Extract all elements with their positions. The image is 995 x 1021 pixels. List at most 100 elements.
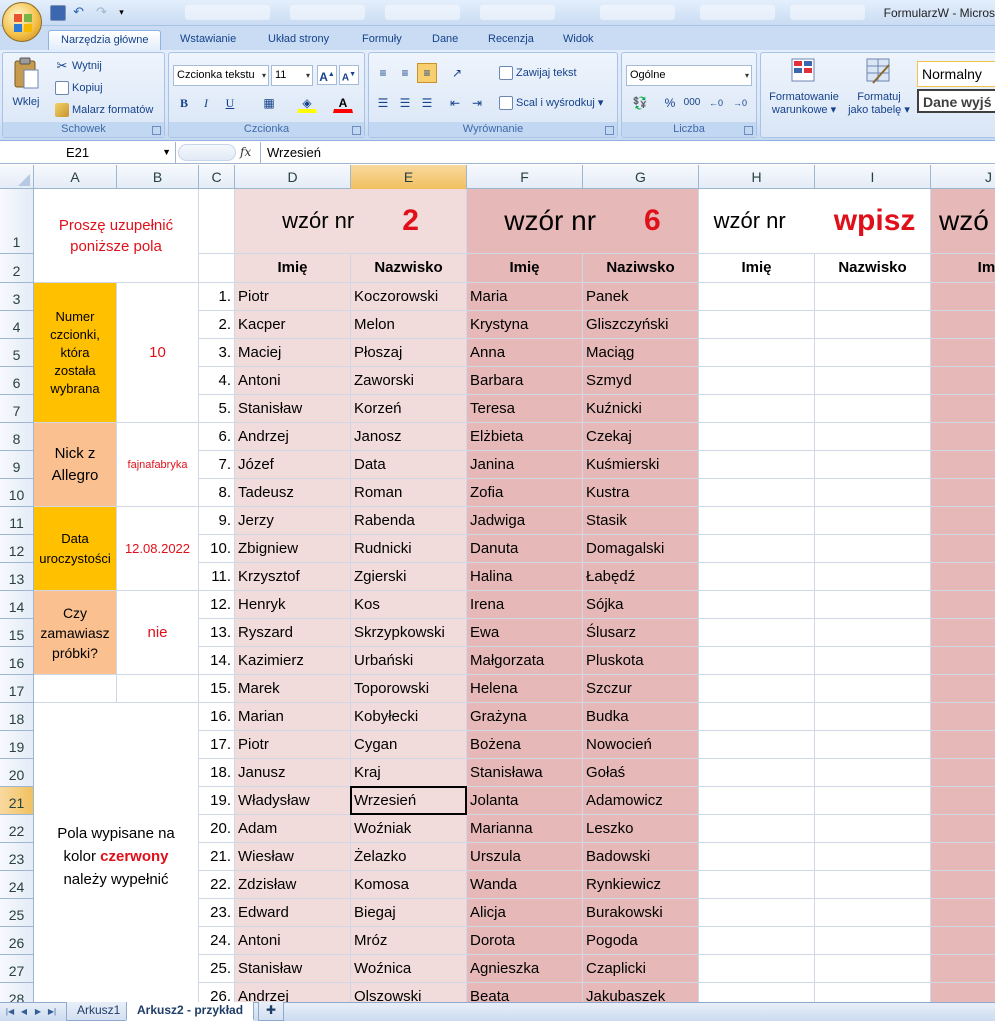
tab-data[interactable]: Dane bbox=[420, 30, 470, 50]
guest-last-name[interactable]: Kos bbox=[351, 591, 467, 619]
empty-cell[interactable] bbox=[815, 423, 931, 451]
empty-cell[interactable] bbox=[699, 647, 815, 675]
guest-last-name[interactable]: Urbański bbox=[351, 647, 467, 675]
grow-font-icon[interactable]: A▲ bbox=[317, 65, 337, 85]
paste-button[interactable]: Wklej bbox=[9, 57, 43, 119]
row-header-1[interactable]: 1 bbox=[0, 189, 34, 254]
row-header-10[interactable]: 10 bbox=[0, 479, 34, 507]
empty-cell[interactable] bbox=[699, 731, 815, 759]
row-index-cell[interactable]: 24. bbox=[199, 927, 235, 955]
increase-indent-icon[interactable]: ⇥ bbox=[467, 93, 487, 113]
guest-first-name[interactable]: Maria bbox=[467, 283, 583, 311]
format-painter-button[interactable]: Malarz formatów bbox=[55, 103, 153, 117]
empty-cell[interactable] bbox=[699, 787, 815, 815]
guest-first-name[interactable]: Wanda bbox=[467, 871, 583, 899]
row-index-cell[interactable]: 26. bbox=[199, 983, 235, 1002]
row-header-2[interactable]: 2 bbox=[0, 254, 34, 283]
currency-icon[interactable]: 💱 bbox=[626, 93, 654, 113]
guest-first-name[interactable]: Edward bbox=[235, 899, 351, 927]
empty-cell[interactable] bbox=[931, 423, 995, 451]
wrap-text-button[interactable]: Zawijaj tekst bbox=[499, 66, 577, 80]
guest-last-name[interactable]: Domagalski bbox=[583, 535, 699, 563]
samples-label[interactable]: Czy zamawiasz próbki? bbox=[34, 591, 117, 675]
cell-c2[interactable] bbox=[199, 254, 235, 283]
guest-last-name[interactable]: Skrzypkowski bbox=[351, 619, 467, 647]
guest-first-name[interactable]: Stanisław bbox=[235, 955, 351, 983]
row-index-cell[interactable]: 3. bbox=[199, 339, 235, 367]
empty-cell[interactable] bbox=[931, 647, 995, 675]
empty-cell[interactable] bbox=[931, 311, 995, 339]
row-index-cell[interactable]: 10. bbox=[199, 535, 235, 563]
empty-cell[interactable] bbox=[699, 871, 815, 899]
empty-cell[interactable] bbox=[931, 731, 995, 759]
empty-cell[interactable] bbox=[815, 283, 931, 311]
orientation-icon[interactable]: ↗ bbox=[447, 63, 467, 83]
guest-last-name[interactable]: Korzeń bbox=[351, 395, 467, 423]
office-button[interactable] bbox=[2, 2, 42, 42]
empty-cell[interactable] bbox=[699, 983, 815, 1002]
empty-cell[interactable] bbox=[931, 619, 995, 647]
table-header-cell[interactable]: Imi bbox=[931, 254, 995, 283]
guest-last-name[interactable]: Zgierski bbox=[351, 563, 467, 591]
guest-last-name[interactable]: Burakowski bbox=[583, 899, 699, 927]
empty-cell[interactable] bbox=[815, 983, 931, 1002]
guest-last-name[interactable]: Komosa bbox=[351, 871, 467, 899]
guest-last-name[interactable]: Maciąg bbox=[583, 339, 699, 367]
empty-cell[interactable] bbox=[815, 815, 931, 843]
instruction-cell[interactable]: Proszę uzupełnić poniższe pola bbox=[34, 189, 199, 283]
guest-first-name[interactable]: Wiesław bbox=[235, 843, 351, 871]
guest-last-name[interactable]: Olszowski bbox=[351, 983, 467, 1002]
guest-last-name[interactable]: Kustra bbox=[583, 479, 699, 507]
empty-cell[interactable] bbox=[699, 703, 815, 731]
font-color-icon[interactable]: A bbox=[333, 93, 353, 113]
pattern-4-header[interactable]: wzó bbox=[931, 189, 995, 254]
guest-last-name[interactable]: Rabenda bbox=[351, 507, 467, 535]
guest-last-name[interactable]: Zaworski bbox=[351, 367, 467, 395]
row-index-cell[interactable]: 11. bbox=[199, 563, 235, 591]
nick-label[interactable]: Nick z Allegro bbox=[34, 423, 117, 507]
guest-last-name[interactable]: Ślusarz bbox=[583, 619, 699, 647]
table-header-cell[interactable]: Nazwisko bbox=[351, 254, 467, 283]
guest-first-name[interactable]: Elżbieta bbox=[467, 423, 583, 451]
empty-cell[interactable] bbox=[699, 899, 815, 927]
column-header-h[interactable]: H bbox=[699, 165, 815, 189]
save-icon[interactable] bbox=[50, 5, 66, 21]
empty-cell[interactable] bbox=[931, 563, 995, 591]
guest-first-name[interactable]: Adam bbox=[235, 815, 351, 843]
date-label[interactable]: Data uroczystości bbox=[34, 507, 117, 591]
row-header-18[interactable]: 18 bbox=[0, 703, 34, 731]
guest-first-name[interactable]: Andrzej bbox=[235, 983, 351, 1002]
guest-last-name[interactable]: Gliszczyński bbox=[583, 311, 699, 339]
cell-b17[interactable] bbox=[117, 675, 199, 703]
guest-first-name[interactable]: Henryk bbox=[235, 591, 351, 619]
empty-cell[interactable] bbox=[815, 703, 931, 731]
merge-center-button[interactable]: Scal i wyśrodkuj ▾ bbox=[499, 96, 603, 111]
guest-first-name[interactable]: Helena bbox=[467, 675, 583, 703]
empty-cell[interactable] bbox=[931, 535, 995, 563]
font-number-label[interactable]: Numer czcionki, która została wybrana bbox=[34, 283, 117, 423]
row-header-21[interactable]: 21 bbox=[0, 787, 34, 815]
guest-first-name[interactable]: Józef bbox=[235, 451, 351, 479]
column-header-j[interactable]: J bbox=[931, 165, 995, 189]
row-index-cell[interactable]: 15. bbox=[199, 675, 235, 703]
guest-first-name[interactable]: Stanisław bbox=[235, 395, 351, 423]
guest-first-name[interactable]: Irena bbox=[467, 591, 583, 619]
empty-cell[interactable] bbox=[699, 927, 815, 955]
row-index-cell[interactable]: 22. bbox=[199, 871, 235, 899]
pattern-2-header[interactable]: wzór nr 6 bbox=[467, 189, 699, 254]
guest-first-name[interactable]: Zdzisław bbox=[235, 871, 351, 899]
guest-first-name[interactable]: Ewa bbox=[467, 619, 583, 647]
guest-last-name[interactable]: Płoszaj bbox=[351, 339, 467, 367]
empty-cell[interactable] bbox=[815, 647, 931, 675]
empty-cell[interactable] bbox=[931, 955, 995, 983]
empty-cell[interactable] bbox=[815, 619, 931, 647]
guest-first-name[interactable]: Agnieszka bbox=[467, 955, 583, 983]
guest-last-name[interactable]: Janosz bbox=[351, 423, 467, 451]
guest-first-name[interactable]: Władysław bbox=[235, 787, 351, 815]
guest-last-name[interactable]: Adamowicz bbox=[583, 787, 699, 815]
align-bottom-icon[interactable]: ≡ bbox=[417, 63, 437, 83]
row-header-27[interactable]: 27 bbox=[0, 955, 34, 983]
empty-cell[interactable] bbox=[699, 535, 815, 563]
empty-cell[interactable] bbox=[699, 759, 815, 787]
row-index-cell[interactable]: 2. bbox=[199, 311, 235, 339]
